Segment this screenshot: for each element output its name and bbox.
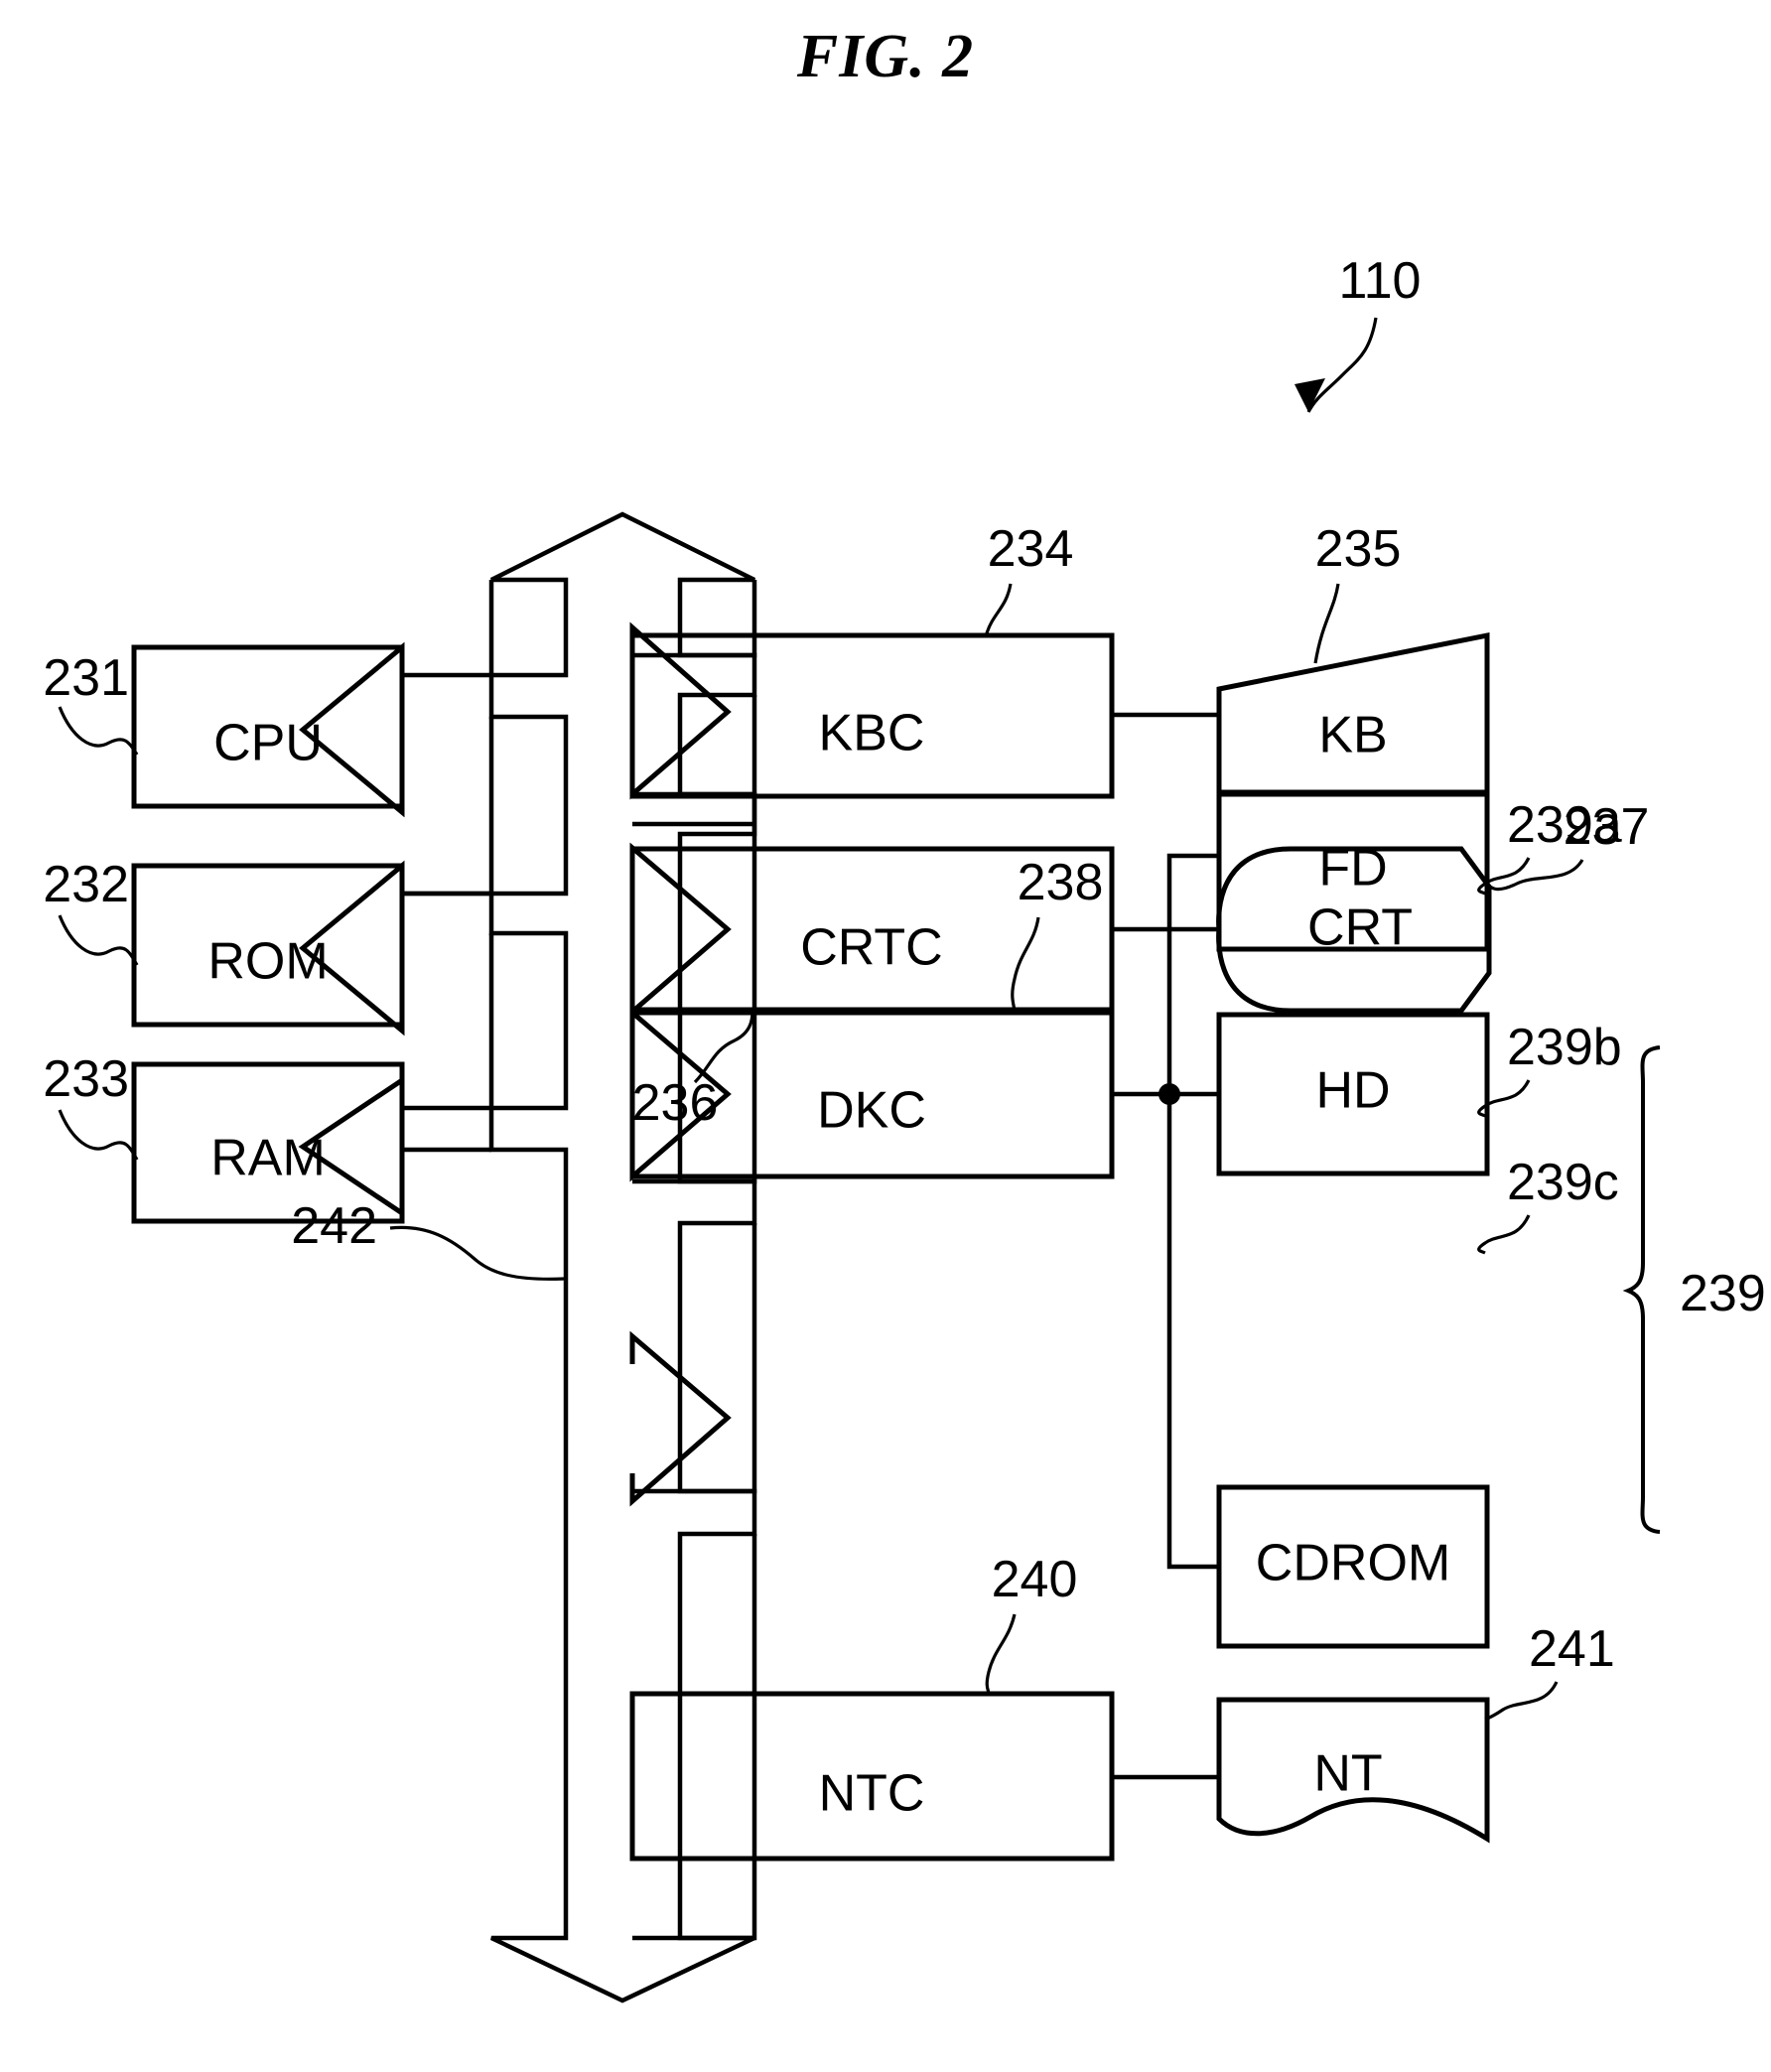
junction-dot <box>1158 1083 1180 1105</box>
bus-branch-cpu-lower <box>402 717 494 897</box>
ref-number-234: 234 <box>988 520 1074 578</box>
block-hd[interactable]: HD <box>1216 1012 1490 1176</box>
ref-number-241: 241 <box>1529 1620 1615 1678</box>
figure-title: FIG. 2 <box>796 23 975 90</box>
block-kb[interactable]: KB <box>1216 631 1490 797</box>
block-cpu[interactable]: CPU <box>131 644 405 809</box>
group-brace-239: 239 <box>1622 1045 1766 1534</box>
leader-line-239c <box>1477 1214 1531 1255</box>
leader-line-110 <box>1306 317 1378 413</box>
ref-number-236: 236 <box>632 1074 719 1132</box>
ref-number-239b: 239b <box>1507 1019 1622 1076</box>
system-bus-242: 242 <box>291 511 757 2003</box>
block-ntc[interactable]: NTC <box>629 1691 1115 1862</box>
ref-ntc-240: 240 <box>985 1551 1078 1695</box>
block-label-rom: ROM <box>207 933 328 991</box>
disk-bus-wiring <box>1112 853 1219 1570</box>
ref-number-110: 110 <box>1339 252 1422 310</box>
ref-dkc-238: 238 <box>1011 854 1104 1014</box>
ref-number-242: 242 <box>291 1197 377 1255</box>
ref-kbc-234: 234 <box>985 520 1074 634</box>
block-label-dkc: DKC <box>817 1082 926 1140</box>
ref-cdrom-239c: 239c <box>1477 1154 1619 1255</box>
leader-line-242 <box>389 1225 565 1281</box>
block-label-fd: FD <box>1318 840 1387 898</box>
block-label-hd: HD <box>1315 1062 1390 1120</box>
block-nt[interactable]: NT <box>1216 1697 1490 1844</box>
ref-kb-235: 235 <box>1313 520 1402 664</box>
bus-branch-cpu-upper <box>402 580 494 678</box>
ref-number-235: 235 <box>1315 520 1402 578</box>
ref-ram-233: 233 <box>43 1050 139 1161</box>
block-label-cdrom: CDROM <box>1256 1535 1450 1592</box>
system-ref-110: 110 <box>1294 252 1422 413</box>
ref-nt-241: 241 <box>1484 1620 1615 1722</box>
ref-number-239c: 239c <box>1507 1154 1619 1211</box>
leader-line-233 <box>58 1109 139 1161</box>
block-label-ntc: NTC <box>819 1765 925 1823</box>
ref-cpu-231: 231 <box>43 649 139 756</box>
ref-number-238: 238 <box>1018 854 1104 911</box>
block-label-crtc: CRTC <box>800 919 942 977</box>
block-rom[interactable]: ROM <box>131 863 405 1028</box>
block-label-kbc: KBC <box>819 705 925 762</box>
ref-rom-232: 232 <box>43 856 139 966</box>
ref-number-231: 231 <box>43 649 129 707</box>
leader-line-237 <box>1481 859 1584 892</box>
bus-branch-rom-lower <box>402 933 494 1111</box>
block-cdrom[interactable]: CDROM <box>1216 1484 1490 1649</box>
ref-fd-239a: 239a <box>1477 796 1622 896</box>
ref-number-240: 240 <box>992 1551 1078 1608</box>
leader-line-234 <box>985 583 1013 634</box>
block-label-kb: KB <box>1318 707 1387 764</box>
leader-line-238 <box>1011 916 1040 1014</box>
ref-number-239: 239 <box>1680 1265 1766 1322</box>
leader-line-231 <box>58 706 139 756</box>
brace-path-239 <box>1622 1045 1661 1534</box>
block-diagram-canvas: 110 242 CPU 231 ROM 232 RAM 233 KBC 234 … <box>43 252 1766 2003</box>
block-label-cpu: CPU <box>213 715 323 772</box>
ref-number-232: 232 <box>43 856 129 913</box>
figure-page: FIG. 2 110 242 CPU 231 ROM 232 RAM 233 K… <box>0 0 1771 2072</box>
leader-line-240 <box>985 1613 1017 1695</box>
bus-arrow-shape <box>488 511 757 2003</box>
ref-number-233: 233 <box>43 1050 129 1108</box>
ref-hd-239b: 239b <box>1477 1019 1622 1118</box>
block-label-nt: NT <box>1313 1745 1382 1803</box>
leader-line-235 <box>1313 583 1340 664</box>
leader-line-241 <box>1484 1681 1559 1722</box>
leader-line-232 <box>58 914 139 966</box>
leader-line-236 <box>693 1010 754 1084</box>
ref-number-239a: 239a <box>1507 796 1622 854</box>
block-label-ram: RAM <box>210 1130 326 1187</box>
